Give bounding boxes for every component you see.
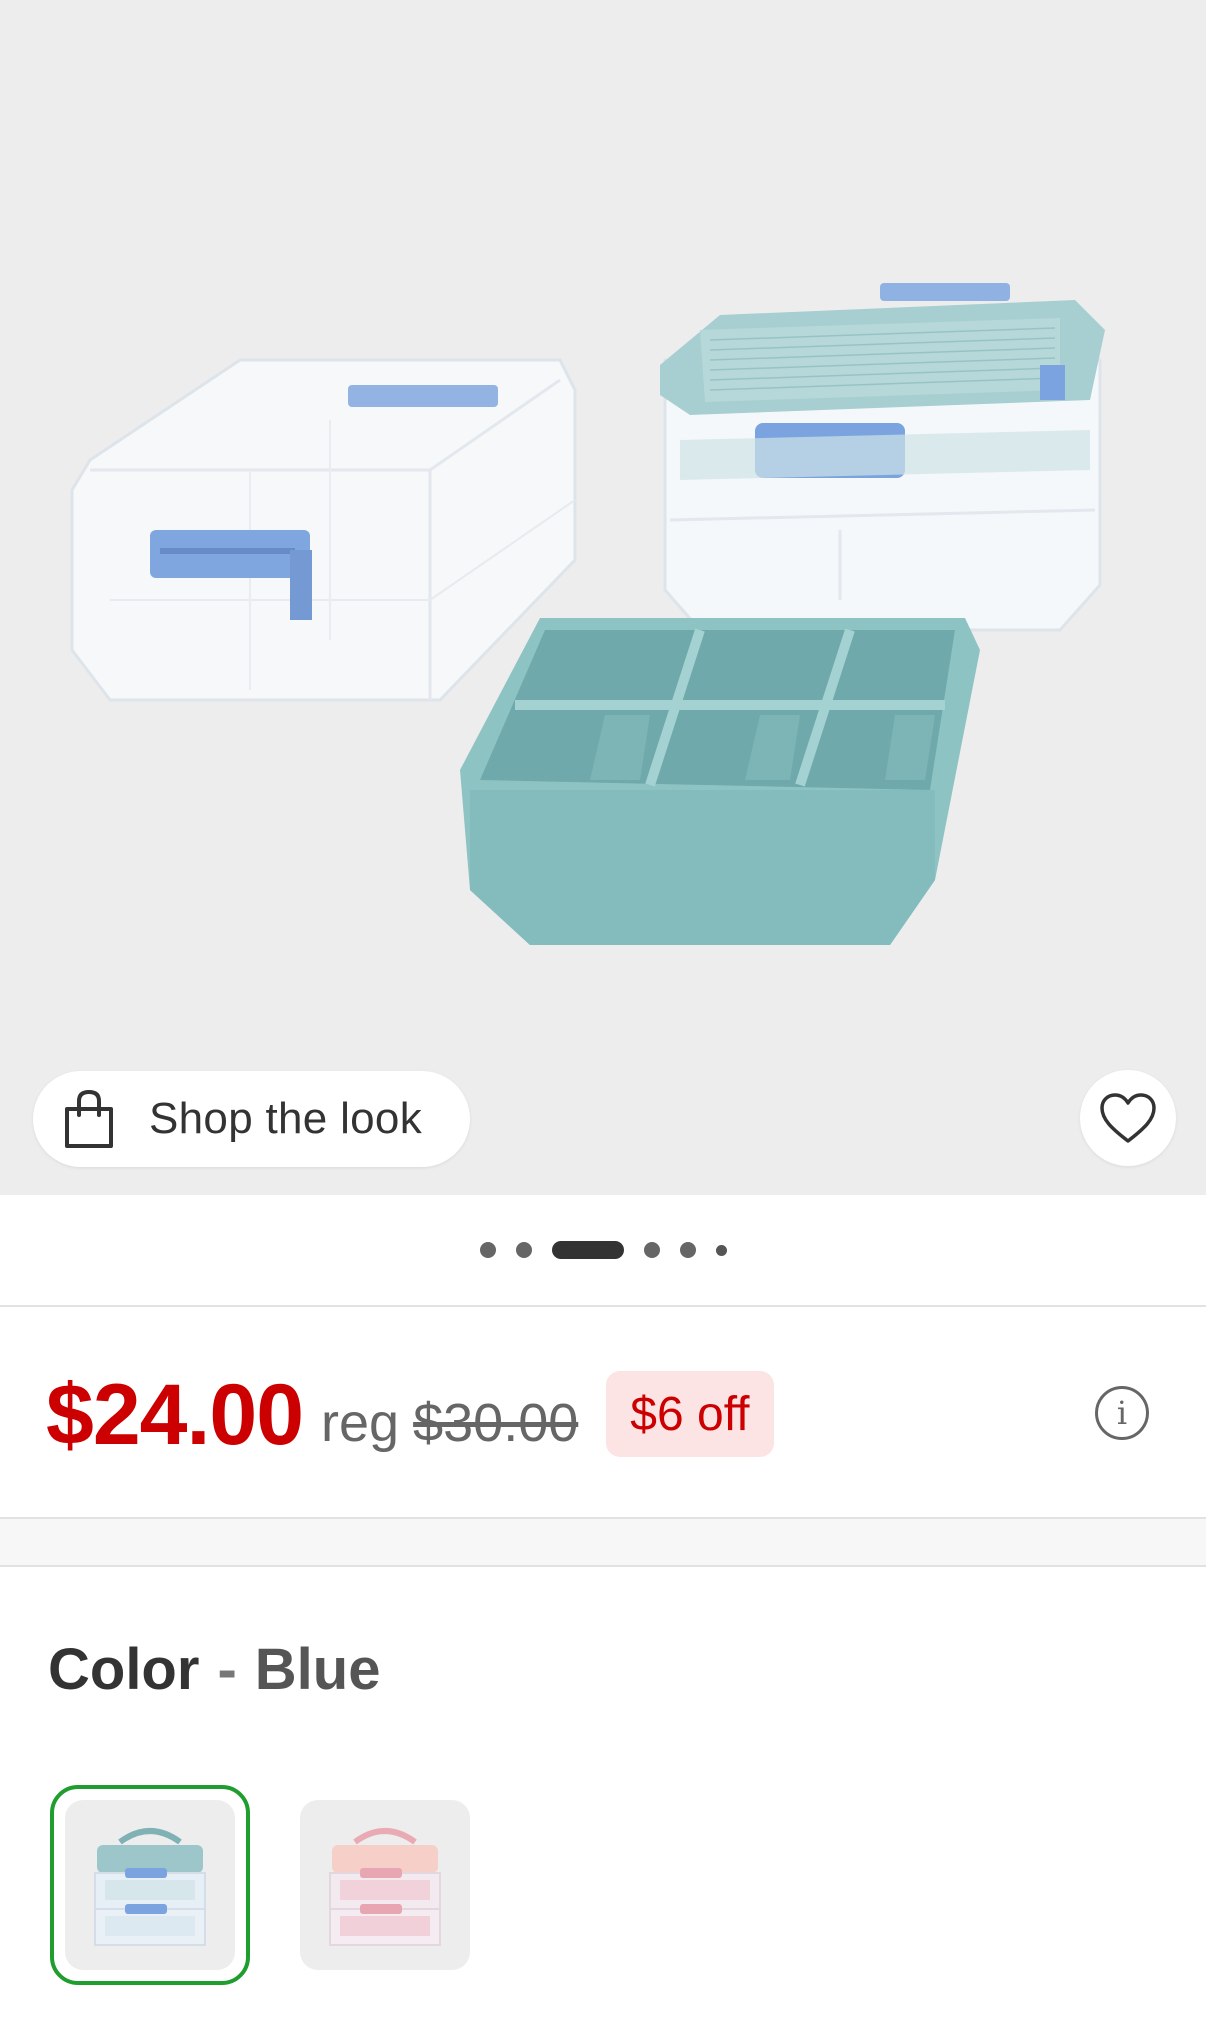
info-icon: i	[1116, 1394, 1128, 1432]
product-page: Shop the look $24.00 reg $30.00 $6 off i …	[0, 0, 1206, 2033]
carousel-dot[interactable]	[479, 1242, 496, 1258]
reg-label: reg	[321, 1393, 400, 1453]
regular-price-value: $30.00	[413, 1393, 579, 1453]
discount-badge: $6 off	[606, 1371, 774, 1457]
color-heading: Color - Blue	[48, 1636, 380, 1703]
section-separator	[0, 1517, 1206, 1567]
color-label: Color	[48, 1637, 200, 1702]
regular-price: reg $30.00	[321, 1392, 578, 1454]
current-price: $24.00	[46, 1366, 304, 1463]
favorite-button[interactable]	[1080, 1070, 1176, 1166]
shopping-bag-icon	[65, 1089, 113, 1148]
product-photo	[70, 283, 1105, 945]
carousel-dot[interactable]	[643, 1242, 660, 1258]
color-swatch-blue[interactable]	[65, 1800, 235, 1970]
color-swatch-pink[interactable]	[300, 1800, 470, 1970]
color-separator: -	[217, 1637, 237, 1702]
carousel-dot[interactable]	[515, 1242, 532, 1258]
carousel-dot[interactable]	[715, 1244, 727, 1256]
selected-color: Blue	[254, 1637, 381, 1702]
swatch-blue-image	[94, 1828, 206, 1946]
carousel-dot[interactable]	[679, 1242, 696, 1258]
carousel-pagination[interactable]	[0, 1195, 1206, 1305]
price-info-button[interactable]: i	[1095, 1386, 1149, 1440]
shop-the-look-label: Shop the look	[149, 1094, 422, 1143]
product-image[interactable]: Shop the look	[0, 0, 1206, 1195]
heart-icon	[1100, 1093, 1156, 1143]
carousel-dot-active[interactable]	[551, 1241, 624, 1259]
swatch-pink-image	[329, 1828, 441, 1946]
shop-the-look-button[interactable]: Shop the look	[33, 1071, 470, 1167]
price-section: $24.00 reg $30.00 $6 off	[0, 1307, 1206, 1517]
